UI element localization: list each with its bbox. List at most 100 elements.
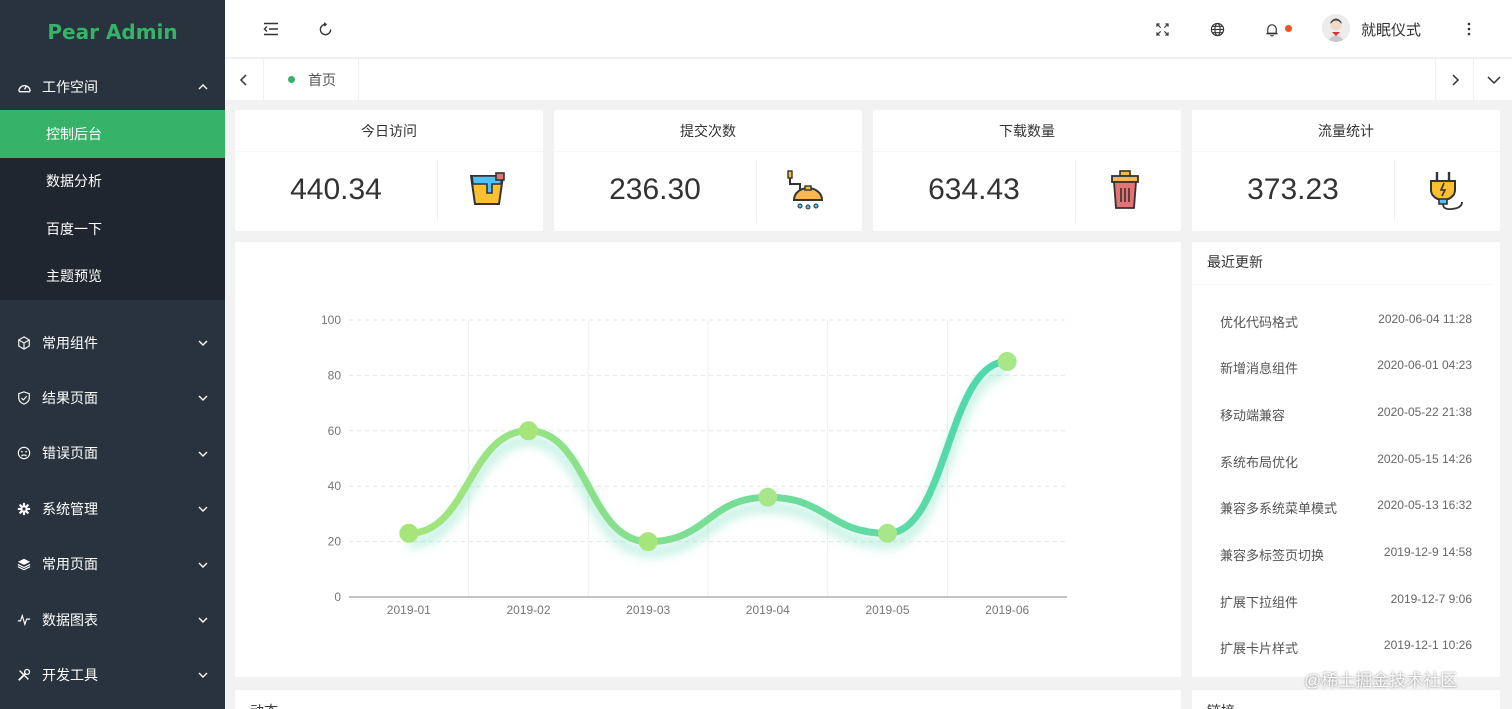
app-logo[interactable]: Pear Admin (0, 0, 225, 64)
paint-bucket-icon (465, 168, 509, 212)
data-point[interactable] (997, 352, 1017, 372)
chevron-down-icon (1486, 75, 1501, 84)
menu-charts-label: 数据图表 (42, 611, 98, 628)
y-tick-label: 0 (334, 590, 341, 604)
tab-dropdown-button[interactable] (1474, 59, 1512, 100)
layers-icon (16, 556, 32, 572)
more-icon[interactable] (1459, 19, 1479, 39)
menu-workspace[interactable]: 工作空间 (0, 64, 225, 110)
menu-dev-tools[interactable]: 开发工具 (0, 647, 225, 702)
list-item[interactable]: 新增消息组件 2020-06-01 04:23 (1220, 358, 1472, 378)
list-item[interactable]: 扩展卡片样式 2019-12-1 10:26 (1220, 638, 1472, 658)
update-time: 2020-05-15 14:26 (1377, 452, 1472, 466)
menu-system-label: 系统管理 (42, 500, 98, 517)
chevron-down-icon (197, 614, 209, 626)
stat-title: 下载数量 (873, 110, 1181, 152)
links-card-title: 链接 (1207, 701, 1235, 709)
active-tab-dot (288, 76, 295, 83)
shield-check-icon (16, 390, 32, 406)
submenu-workspace: 控制后台 数据分析 百度一下 主题预览 (0, 110, 225, 300)
menu-components-label: 常用组件 (42, 334, 98, 351)
tab-bar: 首页 (225, 59, 1512, 100)
menu-results[interactable]: 结果页面 (0, 370, 225, 425)
menu-system[interactable]: 系统管理 (0, 481, 225, 536)
shower-icon (784, 168, 828, 212)
sidebar: Pear Admin 工作空间 控制后台 数据分析 百度一下 主题预览 常用组件… (0, 0, 225, 709)
menu-components[interactable]: 常用组件 (0, 315, 225, 370)
sad-face-icon (16, 445, 32, 461)
sidebar-item-theme-preview[interactable]: 主题预览 (0, 253, 225, 301)
x-tick-label: 2019-06 (985, 603, 1029, 617)
chevron-down-icon (197, 392, 209, 404)
stat-card-downloads: 下载数量 634.43 (873, 110, 1181, 231)
menu-group-workspace: 工作空间 控制后台 数据分析 百度一下 主题预览 (0, 64, 225, 300)
divider (756, 160, 757, 222)
menu-common-pages[interactable]: 常用页面 (0, 537, 225, 592)
data-point[interactable] (878, 523, 897, 543)
update-time: 2020-06-01 04:23 (1377, 358, 1472, 372)
data-point[interactable] (758, 487, 778, 507)
menu-dev-tools-label: 开发工具 (42, 667, 98, 684)
chevron-up-icon (197, 81, 209, 93)
dashboard-icon (16, 79, 32, 95)
globe-icon[interactable] (1207, 19, 1227, 39)
update-text: 兼容多标签页切换 (1220, 548, 1325, 563)
divider (437, 160, 438, 222)
tab-scroll-left-button[interactable] (225, 59, 264, 100)
x-tick-label: 2019-05 (865, 603, 909, 617)
stat-title: 今日访问 (235, 110, 543, 152)
menu-fold-icon[interactable] (261, 19, 281, 39)
update-text: 扩展卡片样式 (1220, 641, 1299, 656)
tab-home[interactable]: 首页 (265, 59, 359, 100)
tab-home-label: 首页 (308, 71, 336, 88)
stat-value: 373.23 (1247, 173, 1339, 206)
sidebar-item-baidu[interactable]: 百度一下 (0, 205, 225, 253)
data-point[interactable] (638, 532, 658, 552)
update-time: 2019-12-7 9:06 (1390, 592, 1472, 606)
fullscreen-icon[interactable] (1152, 19, 1172, 39)
avatar[interactable] (1322, 14, 1350, 42)
update-text: 新增消息组件 (1220, 361, 1299, 376)
trash-bin-icon (1103, 168, 1147, 212)
stat-title: 流量统计 (1192, 110, 1500, 152)
list-item[interactable]: 兼容多系统菜单模式 2020-05-13 16:32 (1220, 498, 1472, 518)
stat-value: 236.30 (609, 173, 701, 206)
update-text: 系统布局优化 (1220, 455, 1299, 470)
chart-card: 0 20 40 60 80 100 2019-01 2019-02 2019-03 2019-04… (235, 242, 1181, 677)
stat-value: 440.34 (290, 173, 382, 206)
data-point[interactable] (519, 421, 538, 441)
menu-errors[interactable]: 错误页面 (0, 426, 225, 481)
chevron-down-icon (197, 337, 209, 349)
sidebar-item-data-analysis[interactable]: 数据分析 (0, 158, 225, 206)
x-tick-label: 2019-02 (506, 603, 550, 617)
update-time: 2019-12-9 14:58 (1383, 545, 1472, 559)
x-tick-label: 2019-01 (387, 603, 431, 617)
links-card: 链接 (1192, 690, 1500, 709)
tab-scroll-right-button[interactable] (1435, 59, 1474, 100)
sidebar-item-console[interactable]: 控制后台 (0, 110, 225, 158)
list-item[interactable]: 扩展下拉组件 2019-12-7 9:06 (1220, 592, 1472, 612)
tools-icon (16, 667, 32, 683)
pulse-icon (16, 612, 32, 628)
chevron-left-icon (239, 73, 247, 86)
list-item[interactable]: 兼容多标签页切换 2019-12-9 14:58 (1220, 545, 1472, 565)
stat-card-traffic: 流量统计 373.23 (1192, 110, 1500, 231)
bell-icon[interactable] (1262, 19, 1282, 39)
watermark: @稀土掘金技术社区 (1304, 671, 1458, 690)
chevron-right-icon (1451, 73, 1459, 86)
list-item[interactable]: 系统布局优化 2020-05-15 14:26 (1220, 452, 1472, 472)
x-tick-label: 2019-03 (626, 603, 670, 617)
menu-workspace-label: 工作空间 (42, 79, 98, 95)
dynamic-card-title: 动态 (250, 701, 278, 709)
refresh-icon[interactable] (315, 19, 335, 39)
update-time: 2020-05-22 21:38 (1377, 405, 1472, 419)
list-item[interactable]: 优化代码格式 2020-06-04 11:28 (1220, 312, 1472, 332)
update-time: 2019-12-1 10:26 (1383, 638, 1472, 652)
stat-card-submissions: 提交次数 236.30 (554, 110, 862, 231)
plug-icon (1422, 168, 1466, 212)
data-point[interactable] (399, 523, 419, 543)
list-item[interactable]: 移动端兼容 2020-05-22 21:38 (1220, 405, 1472, 425)
username[interactable]: 就眠仪式 (1361, 19, 1421, 40)
menu-charts[interactable]: 数据图表 (0, 592, 225, 647)
update-text: 移动端兼容 (1220, 408, 1286, 423)
